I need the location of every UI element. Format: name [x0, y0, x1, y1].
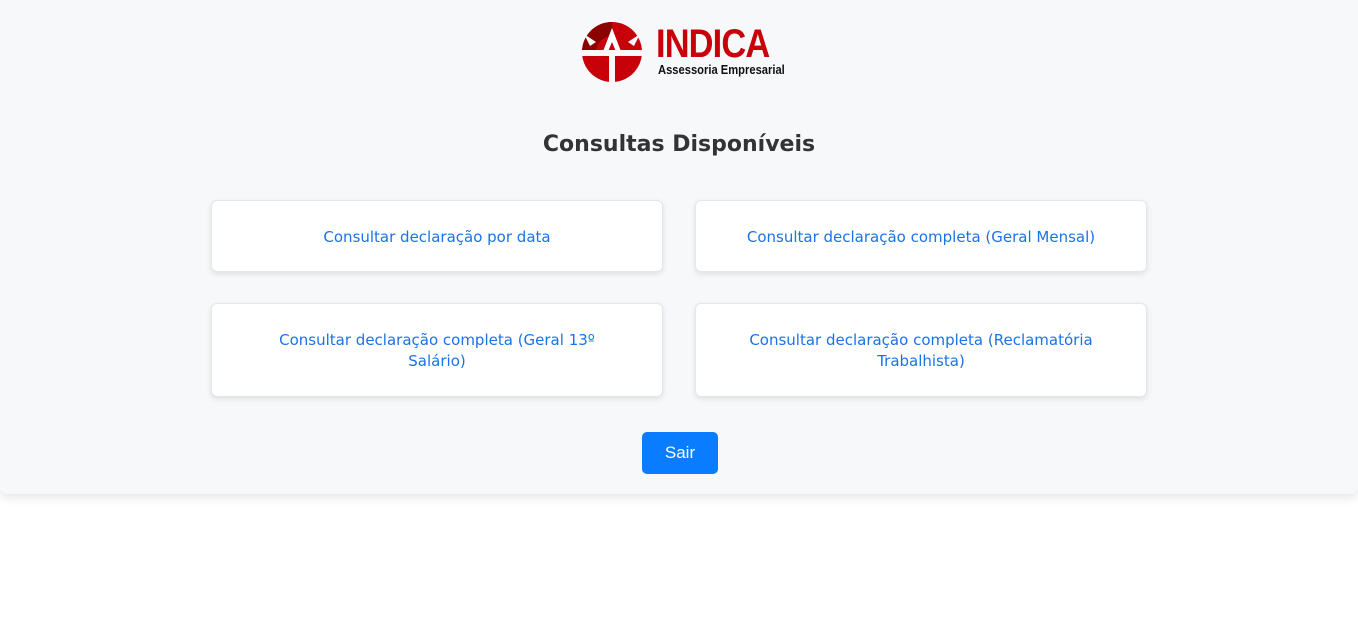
company-logo: INDICA Assessoria Empresarial [574, 18, 790, 86]
indica-emblem-icon [580, 22, 644, 84]
logo-brand-text: INDICA [656, 22, 770, 66]
logo-tagline: Assessoria Empresarial [658, 62, 785, 77]
consult-by-date-label[interactable]: Consultar declaração por data [252, 227, 622, 248]
consult-labor-claim-card[interactable]: Consultar declaração completa (Reclamató… [695, 303, 1147, 397]
consult-13th-salary-label[interactable]: Consultar declaração completa (Geral 13º… [252, 330, 622, 372]
page-title: Consultas Disponíveis [542, 132, 816, 157]
consult-labor-claim-label[interactable]: Consultar declaração completa (Reclamató… [736, 330, 1106, 372]
consult-monthly-card[interactable]: Consultar declaração completa (Geral Men… [695, 200, 1147, 272]
main-panel: INDICA Assessoria Empresarial Consultas … [0, 0, 1358, 494]
consult-by-date-card[interactable]: Consultar declaração por data [211, 200, 663, 272]
consult-13th-salary-card[interactable]: Consultar declaração completa (Geral 13º… [211, 303, 663, 397]
exit-button[interactable]: Sair [642, 432, 718, 474]
consult-monthly-label[interactable]: Consultar declaração completa (Geral Men… [736, 227, 1106, 248]
